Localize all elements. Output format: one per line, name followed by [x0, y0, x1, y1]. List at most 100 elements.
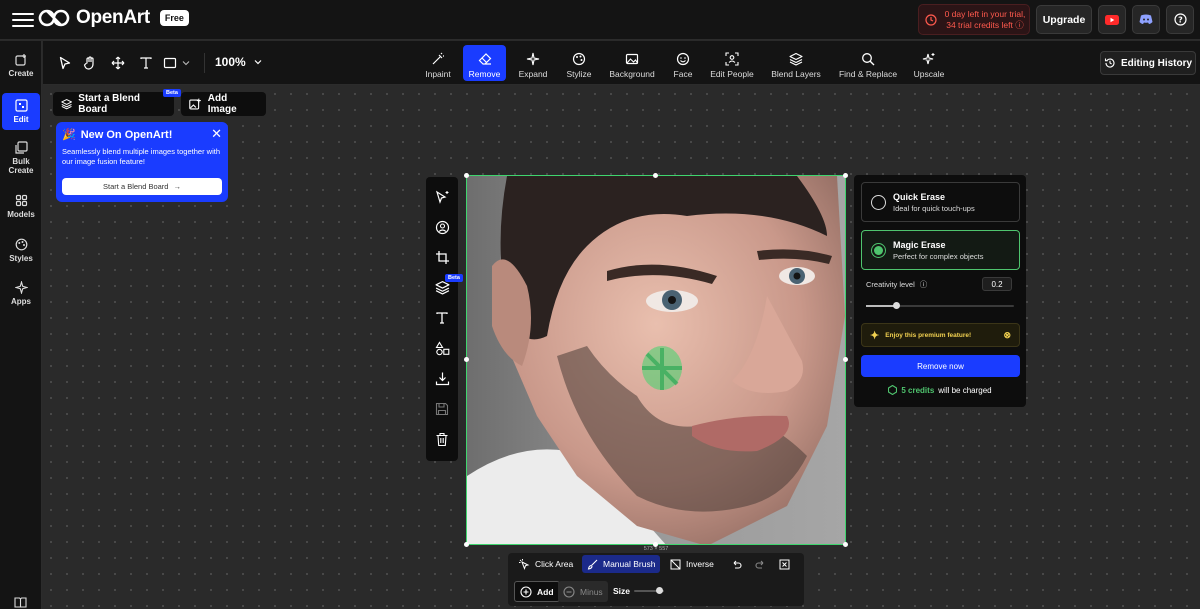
tool-upscale[interactable]: Upscale	[910, 45, 948, 81]
portrait-image[interactable]	[466, 175, 846, 545]
delete-tool[interactable]	[432, 429, 452, 449]
tool-background[interactable]: Background	[606, 45, 658, 81]
editing-history-button[interactable]: Editing History	[1100, 51, 1196, 75]
resize-handle[interactable]	[843, 542, 848, 547]
smart-select-tool[interactable]	[432, 187, 452, 207]
sidebar-item-bulk-create[interactable]: Bulk Create	[2, 141, 40, 175]
hand-icon	[83, 56, 94, 70]
tool-remove[interactable]: Remove	[463, 45, 506, 81]
youtube-icon	[1105, 14, 1119, 25]
premium-notice: ✦ Enjoy this premium feature! ⊗	[861, 323, 1020, 347]
remove-now-button[interactable]: Remove now	[861, 355, 1020, 377]
upgrade-button[interactable]: Upgrade	[1036, 5, 1092, 34]
sidebar-item-label: Styles	[9, 254, 33, 263]
person-circle-icon	[435, 220, 449, 234]
tool-edit-people[interactable]: Edit People	[707, 45, 757, 81]
slider-knob[interactable]	[656, 587, 663, 594]
clear-button[interactable]	[774, 555, 795, 573]
credits-suffix: will be charged	[938, 385, 992, 395]
info-icon[interactable]: ⓘ	[920, 279, 928, 290]
sparkle-icon: ✦	[870, 329, 880, 342]
radio-button-selected[interactable]	[871, 242, 886, 258]
creativity-value-input[interactable]: 0.2	[982, 277, 1012, 291]
discord-button[interactable]	[1132, 5, 1160, 34]
resize-handle[interactable]	[464, 542, 469, 547]
move-tool[interactable]	[108, 53, 128, 73]
redo-button[interactable]	[750, 555, 771, 573]
manual-brush-button[interactable]: Manual Brush	[582, 555, 661, 573]
hand-tool[interactable]	[80, 53, 100, 73]
quick-erase-option[interactable]: Quick Erase Ideal for quick touch-ups	[861, 182, 1020, 222]
size-control: Size	[608, 582, 635, 600]
download-tool[interactable]	[432, 368, 452, 388]
shapes-tool[interactable]	[432, 338, 452, 358]
tool-stylize[interactable]: Stylize	[561, 45, 597, 81]
docs-icon[interactable]	[14, 595, 27, 609]
premium-text: Enjoy this premium feature!	[885, 331, 972, 339]
logo[interactable]: OpenArt Free	[38, 7, 189, 29]
sidebar-item-label: Edit	[13, 115, 29, 124]
text-tool[interactable]	[136, 53, 156, 73]
apps-icon	[14, 281, 28, 294]
add-brush-button[interactable]: Add	[514, 581, 560, 602]
face-select-tool[interactable]	[432, 217, 452, 237]
undo-button[interactable]	[726, 555, 747, 573]
close-icon[interactable]: ✕	[211, 127, 222, 140]
face-icon	[676, 52, 690, 66]
sidebar-item-styles[interactable]: Styles	[2, 238, 40, 263]
trial-notice[interactable]: 0 day left in your trial, 34 trial credi…	[918, 4, 1030, 35]
crop-tool[interactable]	[432, 247, 452, 267]
beta-badge: Beta	[445, 274, 463, 282]
text-icon	[140, 57, 152, 69]
edit-icon	[14, 99, 28, 112]
sidebar-item-create[interactable]: Create	[2, 53, 40, 78]
size-slider[interactable]	[634, 587, 664, 594]
add-label: Add	[537, 586, 554, 597]
add-image-icon	[189, 98, 201, 110]
inverse-button[interactable]: Inverse	[665, 555, 719, 573]
sidebar-item-edit[interactable]: Edit	[2, 93, 40, 130]
close-circle-icon[interactable]: ⊗	[1003, 330, 1011, 341]
tool-expand[interactable]: Expand	[515, 45, 551, 81]
resize-handle[interactable]	[464, 357, 469, 362]
top-bar: OpenArt Free 0 day left in your trial, 3…	[0, 0, 1200, 40]
resize-handle[interactable]	[464, 173, 469, 178]
help-button[interactable]: ?	[1166, 5, 1194, 34]
option-title: Magic Erase	[893, 239, 946, 250]
shape-tool[interactable]	[163, 53, 197, 73]
inverse-label: Inverse	[686, 559, 714, 569]
save-tool[interactable]	[432, 399, 452, 419]
promo-start-blend-board-button[interactable]: Start a Blend Board →	[62, 178, 222, 195]
tool-face[interactable]: Face	[666, 45, 700, 81]
text-layer-tool[interactable]	[432, 308, 452, 328]
minus-brush-button[interactable]: Minus	[558, 581, 608, 602]
click-area-button[interactable]: Click Area	[514, 555, 578, 573]
plus-circle-icon	[520, 585, 532, 598]
styles-icon	[15, 238, 27, 251]
creativity-level-label-row: Creativity level ⓘ	[866, 279, 927, 290]
tool-blend-layers[interactable]: Blend Layers	[769, 45, 823, 81]
chevron-down-icon	[182, 61, 190, 66]
search-icon	[862, 53, 875, 66]
menu-icon[interactable]	[12, 9, 34, 31]
tool-find-replace[interactable]: Find & Replace	[835, 45, 901, 81]
slider-knob[interactable]	[893, 302, 900, 309]
sidebar-item-label: Create	[8, 166, 34, 175]
magic-erase-option[interactable]: Magic Erase Perfect for complex objects	[861, 230, 1020, 270]
sidebar-item-apps[interactable]: Apps	[2, 281, 40, 306]
party-icon: 🎉	[62, 129, 76, 141]
tool-inpaint[interactable]: Inpaint	[420, 45, 456, 81]
resize-handle[interactable]	[843, 357, 848, 362]
zoom-control[interactable]: 100%	[215, 55, 262, 69]
radio-button[interactable]	[871, 194, 886, 210]
sidebar-item-label: Apps	[11, 297, 31, 306]
add-image-button[interactable]: Add Image	[181, 92, 266, 116]
resize-handle[interactable]	[653, 173, 658, 178]
creativity-slider[interactable]	[866, 302, 1014, 309]
sidebar-item-models[interactable]: Models	[2, 194, 40, 219]
resize-handle[interactable]	[843, 173, 848, 178]
sidebar-item-label: Create	[8, 69, 34, 78]
youtube-button[interactable]	[1098, 5, 1126, 34]
start-blend-board-button[interactable]: Start a Blend Board	[53, 92, 174, 116]
select-tool[interactable]	[55, 53, 75, 73]
